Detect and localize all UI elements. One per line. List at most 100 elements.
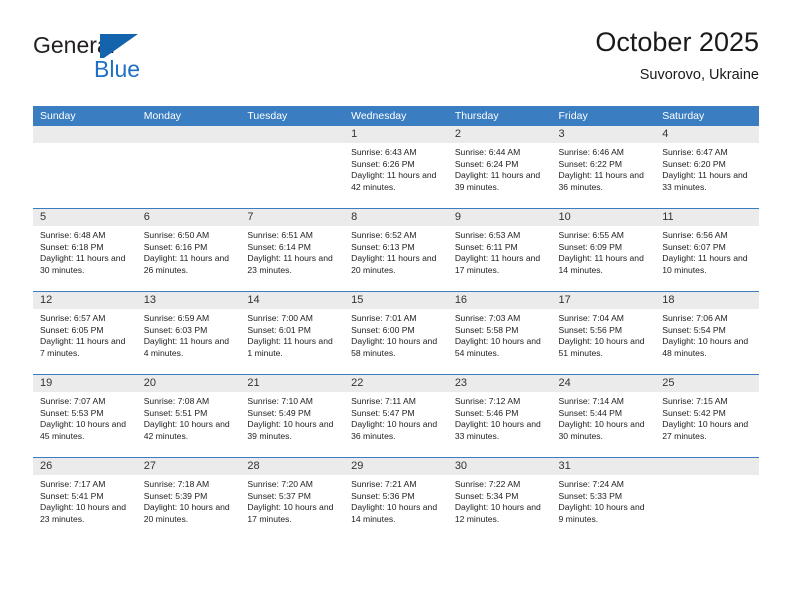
calendar-day-cell[interactable]: 23 Sunrise: 7:12 AM Sunset: 5:46 PM Dayligh… xyxy=(447,374,552,458)
calendar-day-cell[interactable]: 3 Sunrise: 6:46 AM Sunset: 6:22 PM Daylight… xyxy=(551,126,656,209)
day-number: 25 xyxy=(655,375,759,392)
sunrise-text: Sunrise: 7:11 AM xyxy=(351,396,416,406)
day-cell-details: Sunrise: 6:55 AM Sunset: 6:09 PM Daylight:… xyxy=(552,226,656,276)
daylight-text: Daylight: 11 hours and 39 minutes. xyxy=(454,170,541,192)
weekday-header-sunday: Sunday xyxy=(33,106,137,126)
calendar-day-cell[interactable]: 2 Sunrise: 6:44 AM Sunset: 6:24 PM Daylight… xyxy=(447,126,552,209)
sunset-text: Sunset: 5:53 PM xyxy=(40,407,104,418)
calendar-day-cell[interactable]: 8 Sunrise: 6:52 AM Sunset: 6:13 PM Daylight… xyxy=(344,208,448,292)
calendar-day-cell[interactable]: 25 Sunrise: 7:15 AM Sunset: 5:42 PM Dayligh… xyxy=(655,374,759,458)
sunrise-text: Sunrise: 7:24 AM xyxy=(558,479,624,489)
calendar-day-cell[interactable]: 16 Sunrise: 7:03 AM Sunset: 5:58 PM Dayligh… xyxy=(447,291,552,375)
day-cell-inner: 17 Sunrise: 7:04 AM Sunset: 5:56 PM Dayligh… xyxy=(551,292,656,374)
day-cell-inner: 3 Sunrise: 6:46 AM Sunset: 6:22 PM Daylight… xyxy=(551,126,656,208)
calendar-day-cell[interactable]: 1 Sunrise: 6:43 AM Sunset: 6:26 PM Daylight… xyxy=(344,126,448,209)
day-cell-details: Sunrise: 7:11 AM Sunset: 5:47 PM Daylight:… xyxy=(344,392,448,442)
calendar-week-row: 26 Sunrise: 7:17 AM Sunset: 5:41 PM Dayligh… xyxy=(33,457,759,540)
calendar-day-cell[interactable]: 15 Sunrise: 7:01 AM Sunset: 6:00 PM Dayligh… xyxy=(344,291,448,375)
calendar-day-cell[interactable]: 7 Sunrise: 6:51 AM Sunset: 6:14 PM Daylight… xyxy=(240,208,345,292)
day-number: 4 xyxy=(655,126,759,143)
daylight-text: Daylight: 10 hours and 20 minutes. xyxy=(143,502,230,524)
calendar-day-cell[interactable]: 5 Sunrise: 6:48 AM Sunset: 6:18 PM Daylight… xyxy=(33,208,137,292)
calendar-day-cell[interactable]: 27 Sunrise: 7:18 AM Sunset: 5:39 PM Dayligh… xyxy=(136,457,241,540)
sunset-text: Sunset: 5:37 PM xyxy=(247,490,311,501)
day-cell-inner: 25 Sunrise: 7:15 AM Sunset: 5:42 PM Dayligh… xyxy=(655,375,759,457)
day-number: 10 xyxy=(551,209,656,226)
calendar-day-cell[interactable]: 12 Sunrise: 6:57 AM Sunset: 6:05 PM Dayligh… xyxy=(33,291,137,375)
title-block: October 2025 Suvorovo, Ukraine xyxy=(595,26,759,85)
sunset-text: Sunset: 5:41 PM xyxy=(40,490,104,501)
calendar-day-cell[interactable]: 9 Sunrise: 6:53 AM Sunset: 6:11 PM Daylight… xyxy=(447,208,552,292)
daylight-text: Daylight: 11 hours and 36 minutes. xyxy=(558,170,644,192)
day-number: 5 xyxy=(33,209,137,226)
day-cell-details: Sunrise: 7:04 AM Sunset: 5:56 PM Daylight:… xyxy=(552,309,656,359)
day-number: 9 xyxy=(447,209,552,226)
daylight-text: Daylight: 11 hours and 1 minute. xyxy=(247,336,333,358)
day-number: 23 xyxy=(447,375,552,392)
day-number: 20 xyxy=(136,375,241,392)
calendar-day-cell[interactable]: 17 Sunrise: 7:04 AM Sunset: 5:56 PM Dayligh… xyxy=(551,291,656,375)
general-blue-logo[interactable]: General Blue xyxy=(33,32,263,94)
day-number: 28 xyxy=(240,458,345,475)
sunrise-text: Sunrise: 7:07 AM xyxy=(40,396,106,406)
day-number: 30 xyxy=(447,458,552,475)
daylight-text: Daylight: 11 hours and 10 minutes. xyxy=(662,253,748,275)
daylight-text: Daylight: 11 hours and 23 minutes. xyxy=(247,253,333,275)
sunset-text: Sunset: 5:49 PM xyxy=(247,407,311,418)
day-cell-details: Sunrise: 7:15 AM Sunset: 5:42 PM Daylight:… xyxy=(655,392,759,442)
sunrise-text: Sunrise: 7:04 AM xyxy=(558,313,624,323)
calendar-week-row: 1 Sunrise: 6:43 AM Sunset: 6:26 PM Daylight… xyxy=(33,126,759,209)
calendar-grid: Sunday Monday Tuesday Wednesday Thursday… xyxy=(33,106,759,540)
calendar-day-cell[interactable]: 19 Sunrise: 7:07 AM Sunset: 5:53 PM Dayligh… xyxy=(33,374,137,458)
calendar-week-row: 19 Sunrise: 7:07 AM Sunset: 5:53 PM Dayligh… xyxy=(33,374,759,458)
sunset-text: Sunset: 6:16 PM xyxy=(143,241,208,252)
sunrise-text: Sunrise: 7:12 AM xyxy=(454,396,521,406)
sunset-text: Sunset: 5:34 PM xyxy=(454,490,519,501)
sunset-text: Sunset: 6:11 PM xyxy=(454,241,518,252)
day-number xyxy=(33,126,137,143)
day-cell-details: Sunrise: 7:14 AM Sunset: 5:44 PM Daylight:… xyxy=(552,392,656,442)
daylight-text: Daylight: 11 hours and 17 minutes. xyxy=(454,253,541,275)
day-number: 3 xyxy=(551,126,656,143)
day-cell-details: Sunrise: 7:22 AM Sunset: 5:34 PM Daylight:… xyxy=(448,475,552,525)
calendar-day-cell[interactable]: 28 Sunrise: 7:20 AM Sunset: 5:37 PM Dayligh… xyxy=(240,457,345,540)
sunrise-text: Sunrise: 7:21 AM xyxy=(351,479,417,489)
calendar-day-cell[interactable]: 30 Sunrise: 7:22 AM Sunset: 5:34 PM Dayligh… xyxy=(447,457,552,540)
calendar-day-cell[interactable]: 21 Sunrise: 7:10 AM Sunset: 5:49 PM Dayligh… xyxy=(240,374,345,458)
calendar-day-cell[interactable]: 22 Sunrise: 7:11 AM Sunset: 5:47 PM Dayligh… xyxy=(344,374,448,458)
day-number: 29 xyxy=(344,458,448,475)
calendar-day-cell[interactable]: 10 Sunrise: 6:55 AM Sunset: 6:09 PM Dayligh… xyxy=(551,208,656,292)
calendar-day-cell[interactable]: 13 Sunrise: 6:59 AM Sunset: 6:03 PM Dayligh… xyxy=(136,291,241,375)
sunrise-text: Sunrise: 7:18 AM xyxy=(143,479,210,489)
daylight-text: Daylight: 10 hours and 36 minutes. xyxy=(351,419,438,441)
calendar-day-cell[interactable]: 11 Sunrise: 6:56 AM Sunset: 6:07 PM Dayligh… xyxy=(655,208,759,292)
calendar-day-cell[interactable]: 29 Sunrise: 7:21 AM Sunset: 5:36 PM Dayligh… xyxy=(344,457,448,540)
calendar-day-cell[interactable]: 31 Sunrise: 7:24 AM Sunset: 5:33 PM Dayligh… xyxy=(551,457,656,540)
calendar-day-cell[interactable]: 24 Sunrise: 7:14 AM Sunset: 5:44 PM Dayligh… xyxy=(551,374,656,458)
daylight-text: Daylight: 10 hours and 45 minutes. xyxy=(40,419,126,441)
sunset-text: Sunset: 5:58 PM xyxy=(454,324,519,335)
calendar-day-cell[interactable]: 26 Sunrise: 7:17 AM Sunset: 5:41 PM Dayligh… xyxy=(33,457,137,540)
sunrise-text: Sunrise: 6:52 AM xyxy=(351,230,417,240)
calendar-day-cell[interactable]: 18 Sunrise: 7:06 AM Sunset: 5:54 PM Dayligh… xyxy=(655,291,759,375)
daylight-text: Daylight: 10 hours and 48 minutes. xyxy=(662,336,749,358)
day-cell-details: Sunrise: 7:17 AM Sunset: 5:41 PM Daylight:… xyxy=(33,475,137,525)
sunset-text: Sunset: 6:18 PM xyxy=(40,241,104,252)
day-number: 24 xyxy=(551,375,656,392)
calendar-week-row: 5 Sunrise: 6:48 AM Sunset: 6:18 PM Daylight… xyxy=(33,208,759,292)
sunrise-text: Sunrise: 6:59 AM xyxy=(143,313,210,323)
calendar-day-cell[interactable]: 6 Sunrise: 6:50 AM Sunset: 6:16 PM Daylight… xyxy=(136,208,241,292)
calendar-body: 1 Sunrise: 6:43 AM Sunset: 6:26 PM Daylight… xyxy=(33,126,759,540)
day-number: 18 xyxy=(655,292,759,309)
sunrise-text: Sunrise: 6:56 AM xyxy=(662,230,728,240)
day-cell-inner: 29 Sunrise: 7:21 AM Sunset: 5:36 PM Dayligh… xyxy=(344,458,448,540)
sunrise-text: Sunrise: 7:06 AM xyxy=(662,313,728,323)
calendar-day-cell[interactable]: 4 Sunrise: 6:47 AM Sunset: 6:20 PM Daylight… xyxy=(655,126,759,209)
daylight-text: Daylight: 11 hours and 30 minutes. xyxy=(40,253,126,275)
calendar-day-cell[interactable]: 14 Sunrise: 7:00 AM Sunset: 6:01 PM Dayligh… xyxy=(240,291,345,375)
sunrise-text: Sunrise: 7:01 AM xyxy=(351,313,417,323)
calendar-cell-empty xyxy=(655,457,759,540)
day-number: 11 xyxy=(655,209,759,226)
calendar-day-cell[interactable]: 20 Sunrise: 7:08 AM Sunset: 5:51 PM Dayligh… xyxy=(136,374,241,458)
daylight-text: Daylight: 10 hours and 51 minutes. xyxy=(558,336,645,358)
